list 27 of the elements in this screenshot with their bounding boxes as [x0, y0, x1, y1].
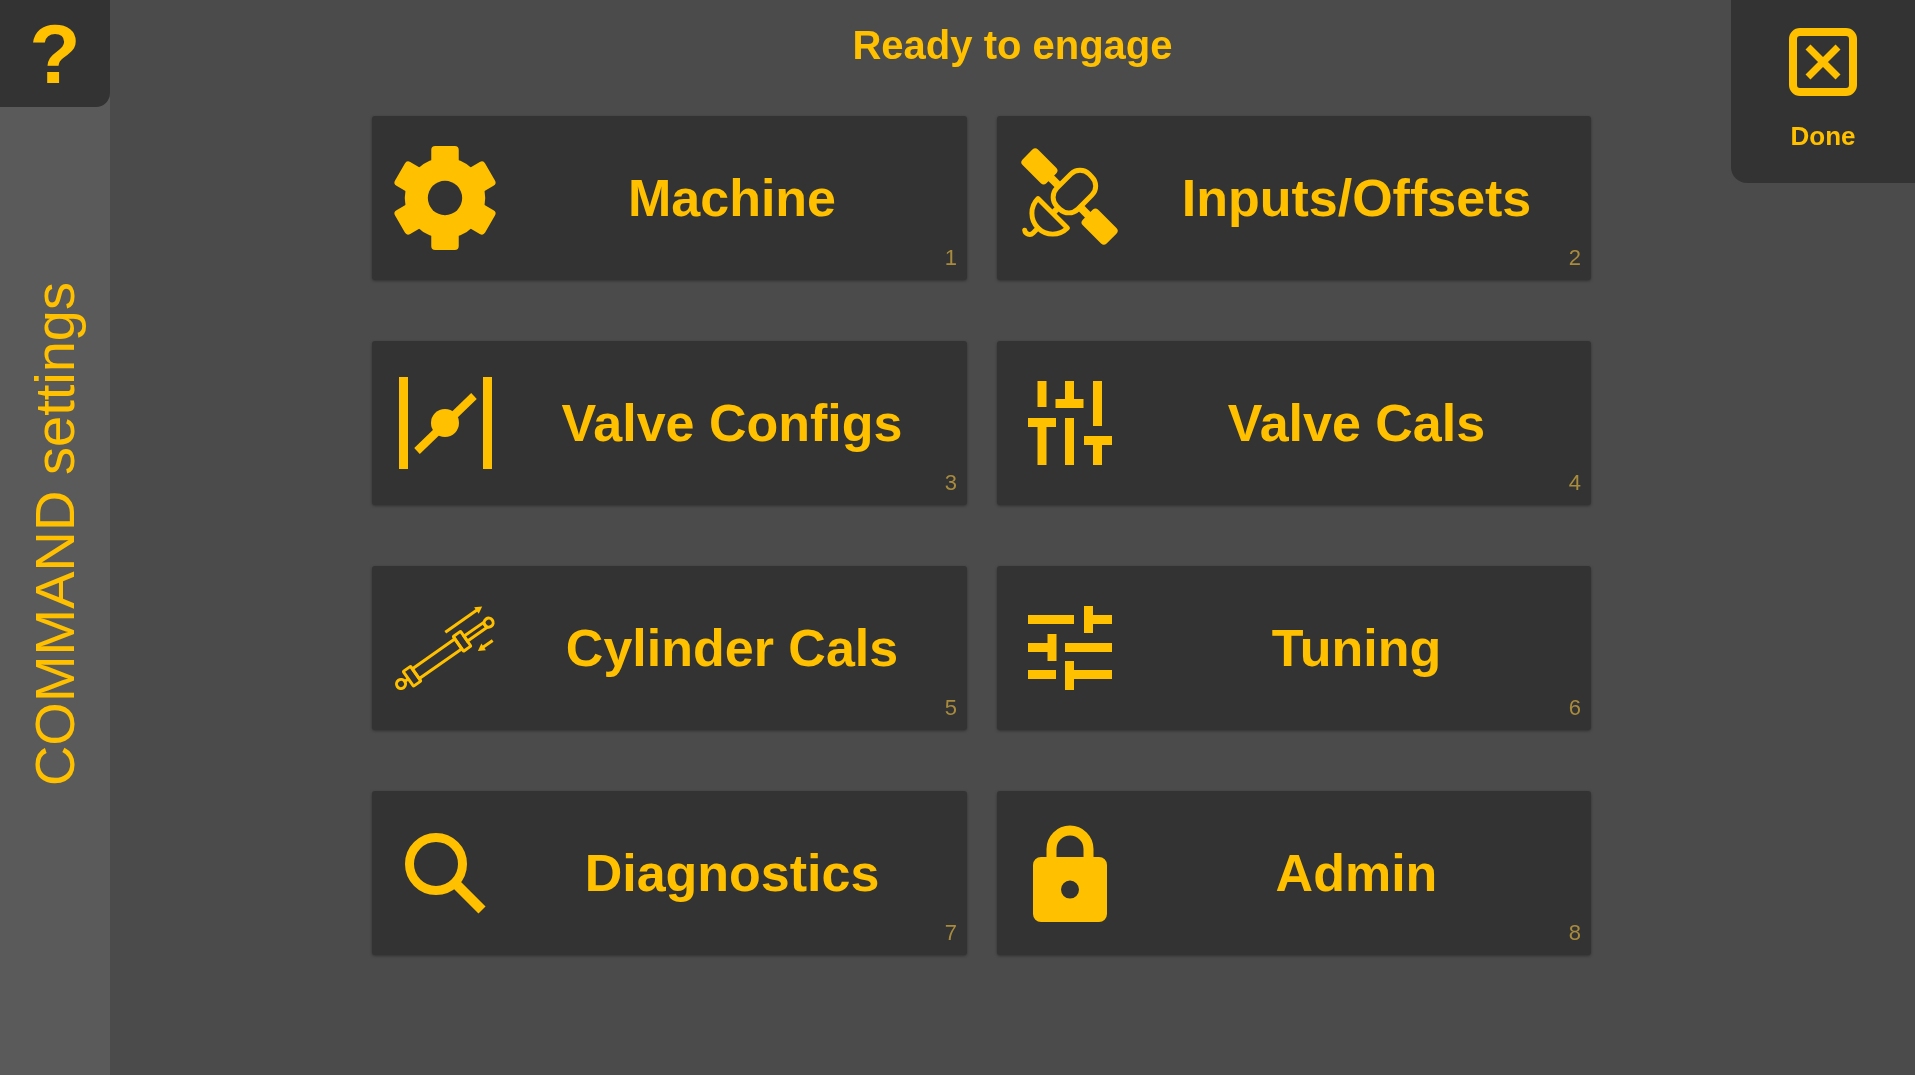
shortcut-number: 1 [944, 247, 957, 269]
menu-button[interactable]: Valve Cals 4 [997, 341, 1591, 505]
shortcut-number: 8 [1568, 922, 1581, 944]
cylinder-icon [393, 604, 497, 692]
menu-button[interactable]: Tuning 6 [997, 566, 1591, 730]
shortcut-number: 2 [1568, 247, 1581, 269]
close-icon [1789, 28, 1857, 96]
menu-button[interactable]: Admin 8 [997, 791, 1591, 955]
menu-button[interactable]: Diagnostics 7 [372, 791, 967, 955]
vertical-sliders-icon [1028, 381, 1112, 465]
status-title: Ready to engage [852, 22, 1173, 69]
horizontal-sliders-icon [1028, 606, 1112, 690]
magnifier-icon [404, 832, 486, 914]
done-button[interactable]: Done [1731, 0, 1915, 183]
shortcut-number: 5 [944, 697, 957, 719]
menu-button[interactable]: Inputs/Offsets 2 [997, 116, 1591, 280]
menu-button[interactable]: Cylinder Cals 5 [372, 566, 967, 730]
menu-button[interactable]: Valve Configs 3 [372, 341, 967, 505]
gear-icon [393, 146, 497, 250]
shortcut-number: 3 [944, 472, 957, 494]
shortcut-number: 7 [944, 922, 957, 944]
lock-icon [1033, 824, 1107, 922]
shortcut-number: 4 [1568, 472, 1581, 494]
menu-button[interactable]: Machine 1 [372, 116, 967, 280]
help-button[interactable]: ? [0, 0, 110, 107]
valve-icon [398, 377, 492, 469]
shortcut-number: 6 [1568, 697, 1581, 719]
